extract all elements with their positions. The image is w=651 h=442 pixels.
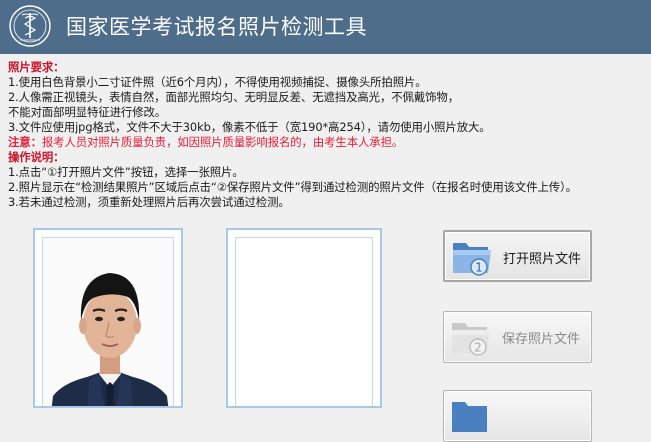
- result-photo-area: [235, 237, 373, 406]
- instruction-item: 1.点击“①打开照片文件”按钮，选择一张照片。: [8, 165, 244, 179]
- portrait-photo: [43, 238, 173, 406]
- requirement-item: 不能对面部明显特征进行修改。: [8, 105, 167, 119]
- folder-2-icon: 2: [452, 323, 490, 356]
- requirement-item: 1.使用白色背景小二寸证件照（近6个月内），不得使用视频捕捉、摄像头所拍照片。: [8, 75, 427, 89]
- save-photo-label: 保存照片文件: [502, 332, 581, 347]
- requirement-item: 2.人像需正视镜头，表情自然，面部光照均匀、无明显反差、无遮挡及高光，不佩戴饰物…: [8, 90, 460, 104]
- app-title: 国家医学考试报名照片检测工具: [66, 15, 367, 39]
- requirements-heading: 照片要求：: [8, 60, 65, 74]
- warning-label: 注意：: [8, 135, 42, 149]
- instruction-item: 2.照片显示在“检测结果照片”区域后点击“②保存照片文件”得到通过检测的照片文件…: [8, 180, 577, 194]
- info-panel: 照片要求： 1.使用白色背景小二寸证件照（近6个月内），不得使用视频捕捉、摄像头…: [8, 60, 648, 210]
- title-bar: 国家医学考试报名照片检测工具: [0, 0, 651, 54]
- third-action-button[interactable]: [443, 390, 592, 442]
- original-photo-panel: [33, 228, 183, 408]
- svg-text:2: 2: [474, 341, 482, 355]
- instruction-item: 3.若未通过检测，须重新处理照片后再次尝试通过检测。: [8, 195, 290, 209]
- result-photo-panel: [226, 228, 382, 408]
- save-photo-button[interactable]: 2 保存照片文件: [443, 311, 592, 363]
- folder-icon: [452, 402, 487, 432]
- svg-text:1: 1: [475, 261, 483, 275]
- folder-1-icon: 1: [453, 243, 491, 276]
- open-photo-button[interactable]: 1 打开照片文件: [443, 230, 592, 282]
- open-photo-label: 打开照片文件: [503, 252, 582, 267]
- warning-text: 报考人员对照片质量负责，如因照片质量影响报名的，由考生本人承担。: [41, 135, 404, 149]
- emblem-icon: [9, 5, 51, 47]
- instructions-heading: 操作说明：: [8, 150, 65, 164]
- requirement-item: 3.文件应使用jpg格式，文件不大于30kb，像素不低于（宽190*高254），…: [8, 120, 491, 134]
- warning-note: 注意：报考人员对照片质量负责，如因照片质量影响报名的，由考生本人承担。: [8, 135, 648, 150]
